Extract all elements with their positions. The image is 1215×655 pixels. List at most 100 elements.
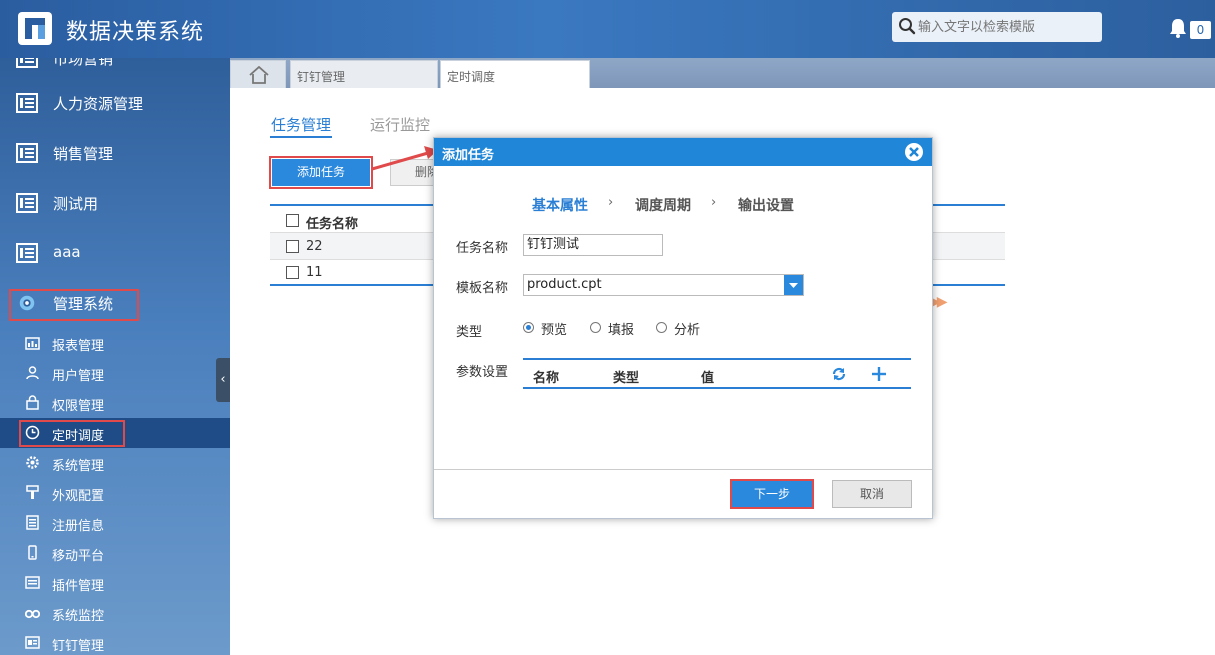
- sidebar-sub-label: 用户管理: [52, 369, 105, 384]
- params-table-top-border: [523, 358, 911, 360]
- sidebar-sub-label: 系统管理: [52, 459, 105, 474]
- select-all-checkbox[interactable]: [286, 214, 299, 227]
- type-radio-fill[interactable]: [590, 322, 601, 333]
- bell-icon[interactable]: [1167, 17, 1189, 39]
- sidebar-item-hr[interactable]: 人力资源管理: [0, 79, 230, 129]
- type-option-label: 分析: [674, 323, 701, 338]
- dingtalk-icon: [25, 636, 40, 649]
- chevron-down-icon: [789, 283, 798, 288]
- document-icon: [16, 58, 38, 68]
- sidebar-item-label: 市场营销: [53, 58, 114, 68]
- home-icon: [249, 66, 269, 84]
- row-checkbox[interactable]: [286, 266, 299, 279]
- tab-dingtalk-management[interactable]: 钉钉管理: [290, 60, 438, 88]
- search-icon[interactable]: [898, 17, 916, 35]
- params-header-value: 值: [701, 371, 715, 386]
- sidebar-sub-label: 系统监控: [52, 609, 105, 624]
- search-input[interactable]: [918, 16, 1096, 38]
- document-icon: [16, 93, 38, 113]
- document-icon: [16, 143, 38, 163]
- document-icon: [16, 243, 38, 263]
- binoculars-icon: [25, 609, 40, 619]
- sidebar-sub-user-management[interactable]: 用户管理: [0, 358, 230, 388]
- type-radio-analysis[interactable]: [656, 322, 667, 333]
- sidebar-sub-label: 钉钉管理: [52, 639, 105, 654]
- step-output-settings[interactable]: 输出设置: [738, 195, 794, 215]
- notification-count-badge[interactable]: 0: [1190, 21, 1211, 39]
- template-name-label: 模板名称: [456, 281, 509, 296]
- type-option-label: 预览: [541, 323, 568, 338]
- user-icon: [26, 366, 39, 380]
- sidebar-sub-report-management[interactable]: 报表管理: [0, 328, 230, 358]
- sidebar-item-label: 测试用: [53, 195, 99, 213]
- sidebar-sub-label: 注册信息: [52, 519, 105, 534]
- report-icon: [25, 337, 40, 350]
- type-label: 类型: [456, 325, 483, 340]
- gear-icon: [26, 456, 39, 469]
- sidebar-sub-mobile-platform[interactable]: 移动平台: [0, 538, 230, 568]
- highlight-box: [269, 156, 373, 189]
- step-basic-properties[interactable]: 基本属性: [532, 195, 588, 215]
- row-checkbox[interactable]: [286, 240, 299, 253]
- tab-home[interactable]: [230, 60, 286, 88]
- brush-icon: [26, 485, 39, 499]
- sidebar-item-sales[interactable]: 销售管理: [0, 129, 230, 179]
- task-name-input[interactable]: 钉钉测试: [523, 234, 663, 256]
- sidebar-sub-label: 外观配置: [52, 489, 105, 504]
- tab-scheduled-tasks[interactable]: 定时调度: [440, 60, 590, 88]
- sidebar-sub-label: 插件管理: [52, 579, 105, 594]
- subtab-underline: [270, 136, 332, 138]
- sidebar-sub-system-management[interactable]: 系统管理: [0, 448, 230, 478]
- type-option-label: 填报: [608, 323, 635, 338]
- top-header: 数据决策系统 0: [0, 0, 1215, 58]
- table-row[interactable]: 22: [306, 239, 323, 254]
- sidebar-sub-label: 移动平台: [52, 549, 105, 564]
- subtab-task-management[interactable]: 任务管理: [271, 114, 331, 135]
- sidebar-sub-label: 报表管理: [52, 339, 105, 354]
- highlight-box: [730, 479, 814, 509]
- task-name-label: 任务名称: [456, 241, 509, 256]
- step-separator: ›: [608, 195, 614, 210]
- sidebar-collapse-toggle[interactable]: ‹: [216, 358, 230, 402]
- sidebar: 市场营销 人力资源管理 销售管理 测试用 aaa 管理系统 报表管理 用户管理 …: [0, 58, 230, 655]
- subtab-run-monitor[interactable]: 运行监控: [370, 114, 430, 135]
- step-schedule-cycle[interactable]: 调度周期: [635, 195, 691, 215]
- refresh-icon[interactable]: [832, 367, 846, 381]
- highlight-box: [19, 420, 125, 447]
- params-label: 参数设置: [456, 365, 509, 380]
- table-row[interactable]: 11: [306, 265, 323, 280]
- lock-icon: [26, 395, 39, 410]
- register-icon: [26, 515, 39, 530]
- sidebar-item-label: 销售管理: [53, 145, 114, 163]
- sidebar-sub-dingtalk-management[interactable]: 钉钉管理: [0, 628, 230, 655]
- plugin-icon: [25, 576, 40, 589]
- sidebar-sub-permission-management[interactable]: 权限管理: [0, 388, 230, 418]
- app-title: 数据决策系统: [66, 20, 205, 45]
- cancel-button[interactable]: 取消: [832, 480, 912, 508]
- app-logo-icon: [18, 12, 52, 45]
- sidebar-sub-label: 权限管理: [52, 399, 105, 414]
- sidebar-sub-system-monitor[interactable]: 系统监控: [0, 598, 230, 628]
- sidebar-sub-appearance[interactable]: 外观配置: [0, 478, 230, 508]
- close-icon[interactable]: [904, 142, 924, 162]
- sidebar-sub-registration[interactable]: 注册信息: [0, 508, 230, 538]
- sidebar-item-aaa[interactable]: aaa: [0, 229, 230, 279]
- params-table-bottom-border: [523, 387, 911, 389]
- dialog-footer-divider: [434, 469, 932, 470]
- annotation-arrow-icon: [371, 146, 438, 171]
- table-header-task-name: 任务名称: [306, 217, 359, 232]
- tab-label: 定时调度: [447, 70, 496, 84]
- template-dropdown-button[interactable]: [784, 275, 803, 295]
- type-radio-preview[interactable]: [523, 322, 534, 333]
- add-icon[interactable]: [871, 366, 887, 382]
- sidebar-item-test[interactable]: 测试用: [0, 179, 230, 229]
- add-task-dialog: 添加任务 基本属性 › 调度周期 › 输出设置 任务名称 钉钉测试 模板名称 p…: [433, 137, 933, 519]
- highlight-box: [9, 289, 139, 321]
- search-box[interactable]: [892, 12, 1102, 42]
- mobile-icon: [28, 545, 37, 560]
- sidebar-sub-plugin-management[interactable]: 插件管理: [0, 568, 230, 598]
- document-icon: [16, 193, 38, 213]
- params-header-name: 名称: [533, 371, 560, 386]
- template-name-select[interactable]: product.cpt: [523, 274, 804, 296]
- tab-bar: 钉钉管理 定时调度: [230, 58, 1215, 88]
